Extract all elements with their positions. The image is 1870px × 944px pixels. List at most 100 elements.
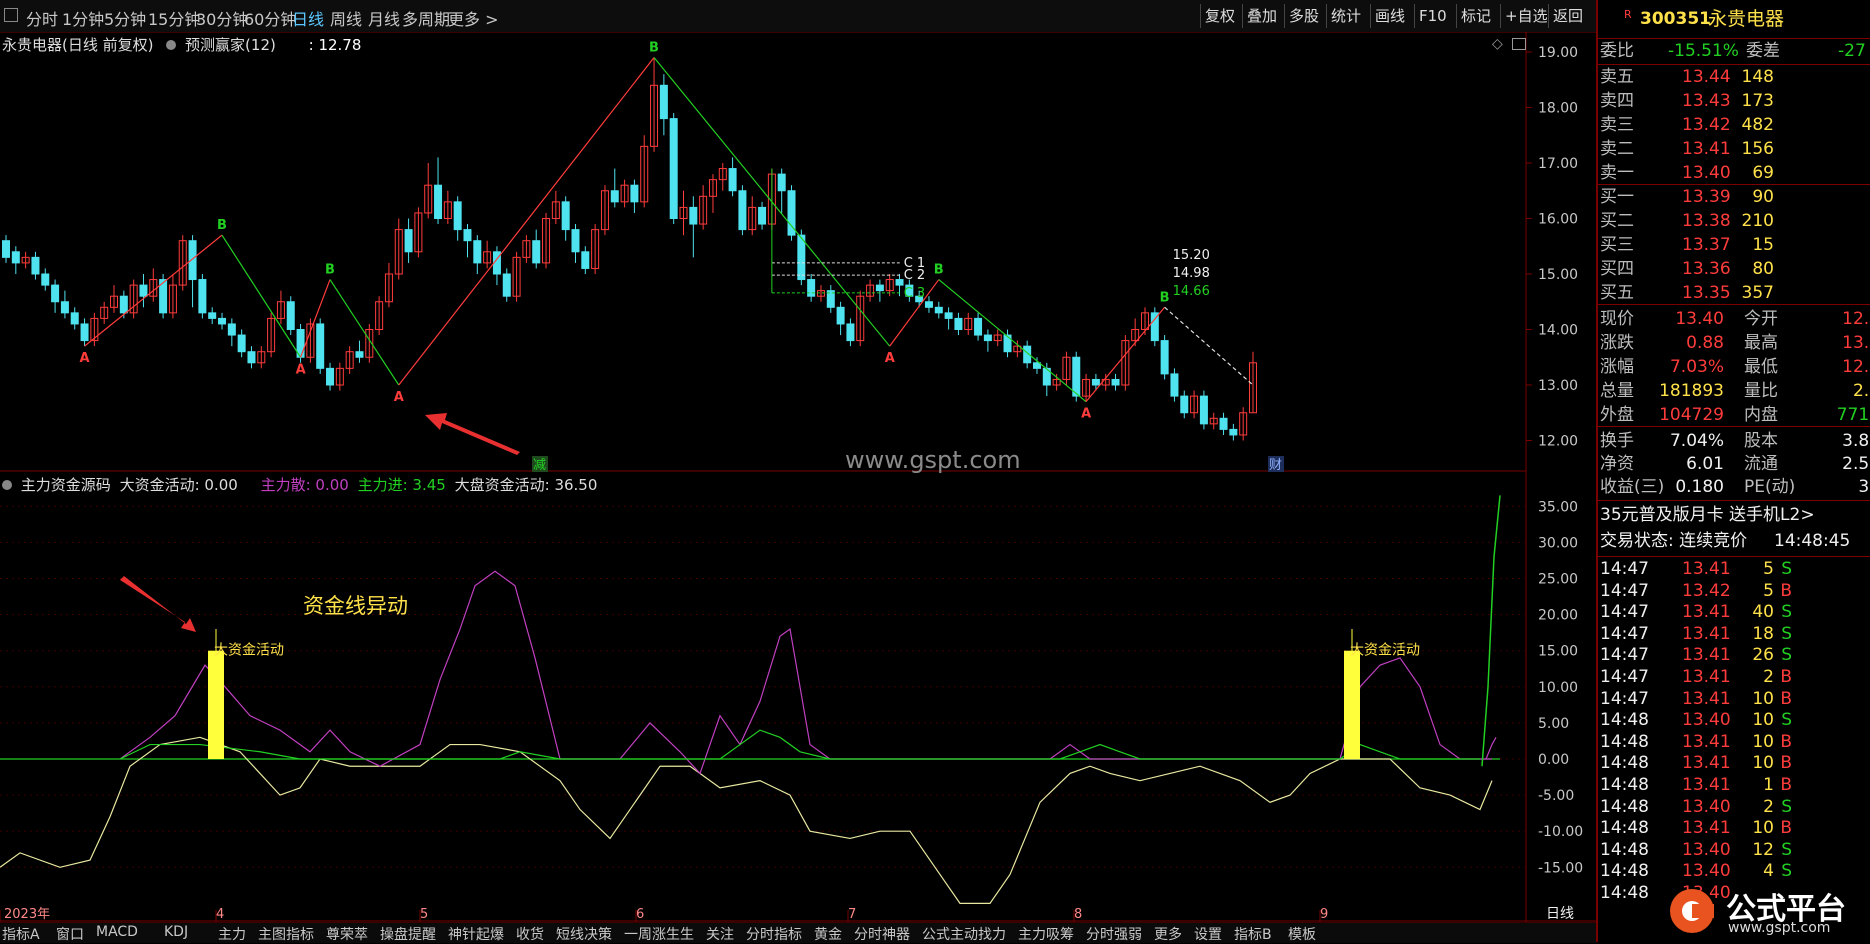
period-tab[interactable]: 周线	[330, 6, 362, 30]
indicator-tab[interactable]: 分时神器	[854, 924, 910, 944]
candle-body	[610, 190, 619, 203]
b-signal-label: B	[325, 263, 335, 278]
period-tab[interactable]: 60分钟	[244, 6, 296, 30]
period-tab[interactable]: 分时	[26, 6, 58, 30]
sell-volume: 173	[1741, 91, 1774, 111]
stat-label: 最高	[1744, 333, 1778, 353]
indicator-tab[interactable]: 分时强弱	[1086, 924, 1142, 944]
sell-volume: 482	[1741, 115, 1774, 135]
price-tick-label: 18.00	[1538, 101, 1578, 117]
candle-body	[924, 301, 933, 308]
period-tab[interactable]: 更多 >	[448, 6, 499, 30]
stock-name: 永贵电器	[1708, 8, 1785, 30]
tick-time: 14:48	[1600, 818, 1649, 839]
indicator-tab[interactable]: MACD	[96, 924, 138, 940]
value-tick-label: 5.00	[1538, 716, 1569, 732]
kline-chart[interactable]: 19.00 18.00 17.00 16.00 15.00 14.00 13.00 12.00…	[0, 32, 1596, 474]
chart-options-icon[interactable]: ◇	[1492, 36, 1503, 52]
support-label: C 3	[904, 286, 925, 301]
period-tab[interactable]: 5分钟	[104, 6, 146, 30]
indicator-toggle-icon[interactable]	[166, 40, 177, 50]
price-tick-label: 12.00	[1538, 434, 1578, 450]
indicator-tab[interactable]: 设置	[1194, 924, 1222, 944]
candle-body	[659, 84, 668, 120]
indicator-tab[interactable]: 窗口	[56, 924, 84, 944]
indicator-tab[interactable]: 主图指标	[258, 924, 314, 944]
toolbar-button[interactable]: F10	[1414, 4, 1451, 28]
indicator-tab[interactable]: 更多	[1154, 924, 1182, 944]
period-toolbar: 分时 1分钟 5分钟 15分钟 30分钟 60分钟 日线 周线 月线 多周期 更多 > 复权 叠加 多股…	[0, 0, 1596, 33]
stat-label: 外盘	[1600, 405, 1634, 425]
indicator-tab[interactable]: 主力吸筹	[1018, 924, 1074, 944]
stat-value: 0.180	[1675, 477, 1724, 497]
toolbar-button[interactable]: +自选	[1500, 4, 1552, 28]
wei-bi-label: 委比	[1600, 41, 1634, 61]
indicator-tab[interactable]: 模板	[1288, 924, 1316, 944]
tick-price: 13.41	[1682, 818, 1731, 839]
tick-volume: 10	[1752, 688, 1774, 709]
candle-body	[1072, 356, 1081, 397]
big-money-activity-label: 大资金活动	[214, 642, 284, 658]
wei-bi-value: -15.51%	[1668, 41, 1739, 61]
tick-time: 14:47	[1600, 559, 1649, 579]
indicator-tab[interactable]: 指标A	[2, 924, 40, 944]
sell-volume: 148	[1741, 67, 1774, 87]
toolbar-button[interactable]: 返回	[1548, 4, 1587, 28]
tick-price: 13.41	[1682, 731, 1731, 752]
indicator-tab[interactable]: 公式主动找力	[922, 924, 1006, 944]
indicator-toggle-icon[interactable]	[2, 480, 12, 490]
value-tick-label: -5.00	[1538, 788, 1574, 804]
tick-time: 14:47	[1600, 580, 1649, 601]
period-tab[interactable]: 30分钟	[196, 6, 248, 30]
candle-body	[188, 240, 197, 281]
r-marker: R	[1624, 8, 1632, 21]
tick-time: 14:47	[1600, 602, 1649, 623]
candle-body	[758, 206, 767, 225]
indicator-tab[interactable]: KDJ	[164, 924, 188, 940]
main-in-spike	[1481, 495, 1501, 767]
indicator-tab[interactable]: 尊荣萃	[326, 924, 368, 944]
indicator-tab[interactable]: 短线决策	[556, 924, 612, 944]
support-label: C 2	[904, 268, 925, 283]
toolbar-button[interactable]: 标记	[1456, 4, 1495, 28]
stat-label: 收益(三)	[1600, 477, 1665, 497]
b-signal-label: B	[649, 41, 659, 56]
stat-label: 现价	[1600, 309, 1634, 329]
money-flow-indicator[interactable]: 35.00 30.00 25.00 20.00 15.00 10.00 5.00 0.00 -5…	[0, 472, 1596, 922]
stat-value: 104729	[1659, 405, 1724, 425]
candle-body	[1091, 378, 1100, 386]
indicator-tab[interactable]: 分时指标	[746, 924, 802, 944]
period-tab[interactable]: 1分钟	[62, 6, 104, 30]
indicator-tab[interactable]: 一周涨生生	[624, 924, 694, 944]
period-tab[interactable]: 日线	[292, 6, 324, 30]
toolbar-button[interactable]: 统计	[1326, 4, 1365, 28]
candle-body	[286, 301, 295, 330]
big-money-label: 大资金活动: 0.00	[119, 476, 238, 494]
chart-maximize-icon[interactable]	[1512, 38, 1526, 50]
zigzag-line	[221, 234, 302, 358]
chart-title: 永贵电器(日线 前复权)	[2, 36, 154, 54]
logo-url: www.gspt.com	[1728, 920, 1831, 936]
indicator-tab[interactable]: 主力	[218, 924, 246, 944]
toolbar-button[interactable]: 画线	[1370, 4, 1409, 28]
indicator-tab[interactable]: 神针起爆	[448, 924, 504, 944]
zigzag-line	[398, 57, 655, 386]
toolbar-button[interactable]: 多股	[1284, 4, 1323, 28]
price-tick-label: 15.00	[1538, 267, 1578, 283]
promo-link[interactable]: 35元普及版月卡 送手机L2>	[1600, 504, 1815, 526]
candle-body	[836, 306, 845, 325]
indicator-tab[interactable]: 关注	[706, 924, 734, 944]
period-tab[interactable]: 15分钟	[148, 6, 200, 30]
stat-label: PE(动)	[1744, 477, 1796, 497]
sell-level-label: 卖五	[1600, 67, 1634, 87]
indicator-tab[interactable]: 收货	[516, 924, 544, 944]
indicator-tab[interactable]: 操盘提醒	[380, 924, 436, 944]
toolbar-button[interactable]: 叠加	[1242, 4, 1281, 28]
window-menu-icon[interactable]	[4, 8, 18, 22]
buy-volume: 210	[1741, 211, 1774, 231]
indicator-tab[interactable]: 黄金	[814, 924, 842, 944]
indicator-tab[interactable]: 指标B	[1234, 924, 1272, 944]
period-tab[interactable]: 多周期	[402, 6, 450, 30]
toolbar-button[interactable]: 复权	[1200, 4, 1239, 28]
period-tab[interactable]: 月线	[368, 6, 400, 30]
